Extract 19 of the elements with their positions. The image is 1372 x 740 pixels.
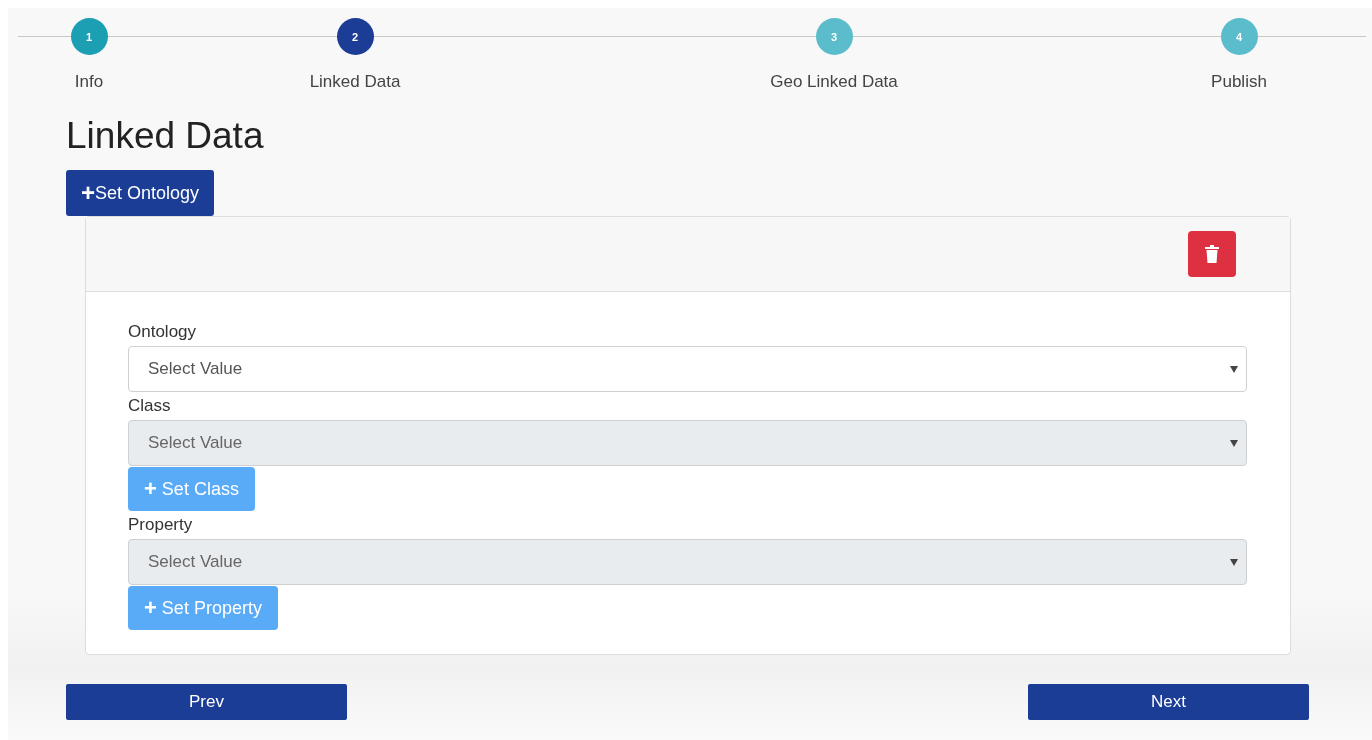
field-label: Class — [128, 395, 171, 417]
nav-button[interactable]: Next — [1028, 684, 1309, 720]
step-label: Geo Linked Data — [770, 72, 898, 92]
step-number[interactable]: 2 — [336, 18, 374, 55]
step-label: Info — [74, 72, 104, 92]
caret-icon — [1230, 365, 1238, 373]
delete-button[interactable] — [1188, 231, 1236, 277]
caret-icon — [1230, 439, 1238, 447]
step-number[interactable]: 1 — [70, 18, 108, 55]
nav-button[interactable]: Prev — [66, 684, 347, 720]
page-title: Linked Data — [65, 114, 264, 156]
step-label: Publish — [1211, 72, 1267, 92]
select-field[interactable]: Select Value — [128, 346, 1247, 392]
field-label: Ontology — [128, 321, 197, 343]
caret-icon — [1230, 558, 1238, 566]
trash-icon — [1205, 245, 1219, 263]
field-label: Property — [128, 514, 193, 536]
step-label: Linked Data — [309, 72, 401, 92]
set-ontology-button[interactable]: +Set Ontology — [66, 170, 215, 216]
